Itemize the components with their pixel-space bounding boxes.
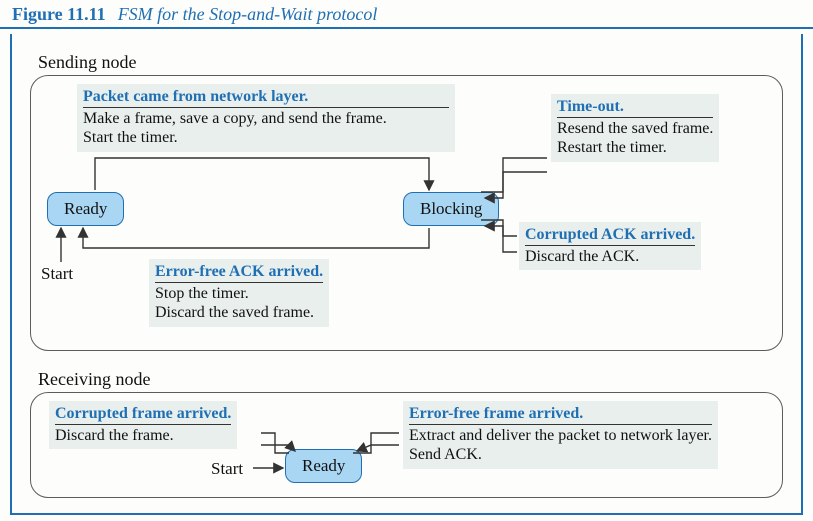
event-title: Error-free frame arrived. bbox=[409, 404, 712, 425]
event-title: Time-out. bbox=[557, 97, 713, 118]
event-line: Extract and deliver the packet to networ… bbox=[409, 426, 712, 445]
state-ready-recv: Ready bbox=[285, 449, 362, 483]
diagram-frame: Sending node Packet came from network la… bbox=[10, 34, 803, 515]
event-line: Resend the saved frame. bbox=[557, 119, 713, 138]
event-line: Make a frame, save a copy, and send the … bbox=[83, 109, 449, 128]
event-frame-ok: Error-free frame arrived. Extract and de… bbox=[403, 401, 718, 469]
sending-panel: Packet came from network layer. Make a f… bbox=[30, 75, 783, 351]
event-line: Discard the ACK. bbox=[525, 247, 695, 266]
event-line: Start the timer. bbox=[83, 128, 449, 147]
event-line: Send ACK. bbox=[409, 445, 712, 464]
event-title: Error-free ACK arrived. bbox=[155, 262, 323, 283]
event-line: Discard the saved frame. bbox=[155, 303, 323, 322]
event-packet-arrived: Packet came from network layer. Make a f… bbox=[77, 84, 455, 152]
state-label: Ready bbox=[302, 456, 345, 476]
receiving-node-label: Receiving node bbox=[38, 369, 783, 390]
sending-node-label: Sending node bbox=[38, 52, 783, 73]
receiving-panel: Corrupted frame arrived. Discard the fra… bbox=[30, 392, 783, 498]
figure-number: Figure 11.11 bbox=[12, 4, 106, 25]
state-label: Ready bbox=[64, 199, 107, 219]
state-blocking: Blocking bbox=[403, 192, 499, 226]
state-ready: Ready bbox=[47, 192, 124, 226]
event-title: Corrupted ACK arrived. bbox=[525, 225, 695, 246]
event-line: Discard the frame. bbox=[55, 426, 231, 445]
event-title: Packet came from network layer. bbox=[83, 87, 449, 108]
figure-caption: Figure 11.11 FSM for the Stop-and-Wait p… bbox=[0, 0, 813, 29]
start-label: Start bbox=[41, 264, 73, 284]
event-timeout: Time-out. Resend the saved frame. Restar… bbox=[551, 94, 719, 162]
figure-title: FSM for the Stop-and-Wait protocol bbox=[118, 4, 378, 25]
event-ack-ok: Error-free ACK arrived. Stop the timer. … bbox=[149, 259, 329, 327]
start-label-recv: Start bbox=[211, 459, 243, 479]
state-label: Blocking bbox=[420, 199, 482, 219]
event-line: Restart the timer. bbox=[557, 138, 713, 157]
event-ack-bad: Corrupted ACK arrived. Discard the ACK. bbox=[519, 222, 701, 270]
event-line: Stop the timer. bbox=[155, 284, 323, 303]
event-title: Corrupted frame arrived. bbox=[55, 404, 231, 425]
event-frame-bad: Corrupted frame arrived. Discard the fra… bbox=[49, 401, 237, 449]
